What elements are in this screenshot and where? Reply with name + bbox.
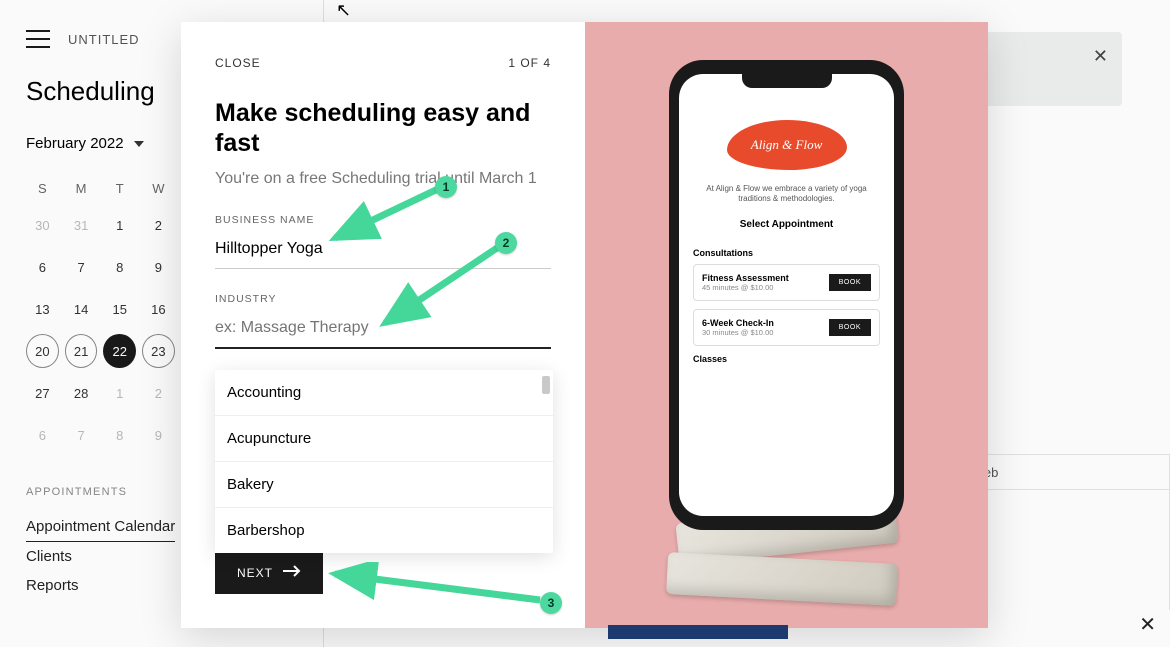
modal-preview: Align & Flow At Align & Flow we embrace … [585, 22, 988, 628]
modal-heading: Make scheduling easy and fast [215, 98, 551, 158]
dropdown-option[interactable]: Barbershop [215, 508, 553, 553]
modal-subheading: You're on a free Scheduling trial until … [215, 168, 551, 190]
business-name-label: BUSINESS NAME [215, 214, 551, 226]
phone-card: 6-Week Check-In30 minutes @ $10.00 BOOK [693, 309, 880, 346]
arrow-right-icon [283, 565, 301, 580]
phone-section-classes: Classes [693, 354, 880, 364]
book-button: BOOK [829, 274, 871, 291]
close-icon[interactable]: ✕ [1139, 612, 1156, 637]
onboarding-modal: CLOSE 1 OF 4 Make scheduling easy and fa… [181, 22, 988, 628]
annotation-badge: 3 [540, 592, 562, 614]
phone-section-consultations: Consultations [693, 248, 880, 258]
industry-dropdown: AccountingAcupunctureBakeryBarbershop [215, 370, 553, 553]
phone-tagline: At Align & Flow we embrace a variety of … [693, 184, 880, 205]
scrollbar-thumb[interactable] [542, 376, 550, 394]
phone-mockup: Align & Flow At Align & Flow we embrace … [669, 60, 904, 530]
dropdown-option[interactable]: Acupuncture [215, 416, 553, 462]
annotation-badge: 2 [495, 232, 517, 254]
book-button: BOOK [829, 319, 871, 336]
bottom-bar-fragment [608, 625, 788, 639]
industry-input[interactable] [215, 313, 551, 349]
next-button[interactable]: NEXT [215, 551, 323, 594]
phone-select-label: Select Appointment [693, 219, 880, 230]
annotation-badge: 1 [435, 176, 457, 198]
industry-label: INDUSTRY [215, 293, 551, 305]
close-button[interactable]: CLOSE [215, 56, 261, 70]
phone-card: Fitness Assessment45 minutes @ $10.00 BO… [693, 264, 880, 301]
step-indicator: 1 OF 4 [508, 56, 551, 70]
dropdown-option[interactable]: Accounting [215, 370, 553, 416]
brand-logo: Align & Flow [727, 120, 847, 170]
dropdown-option[interactable]: Bakery [215, 462, 553, 508]
